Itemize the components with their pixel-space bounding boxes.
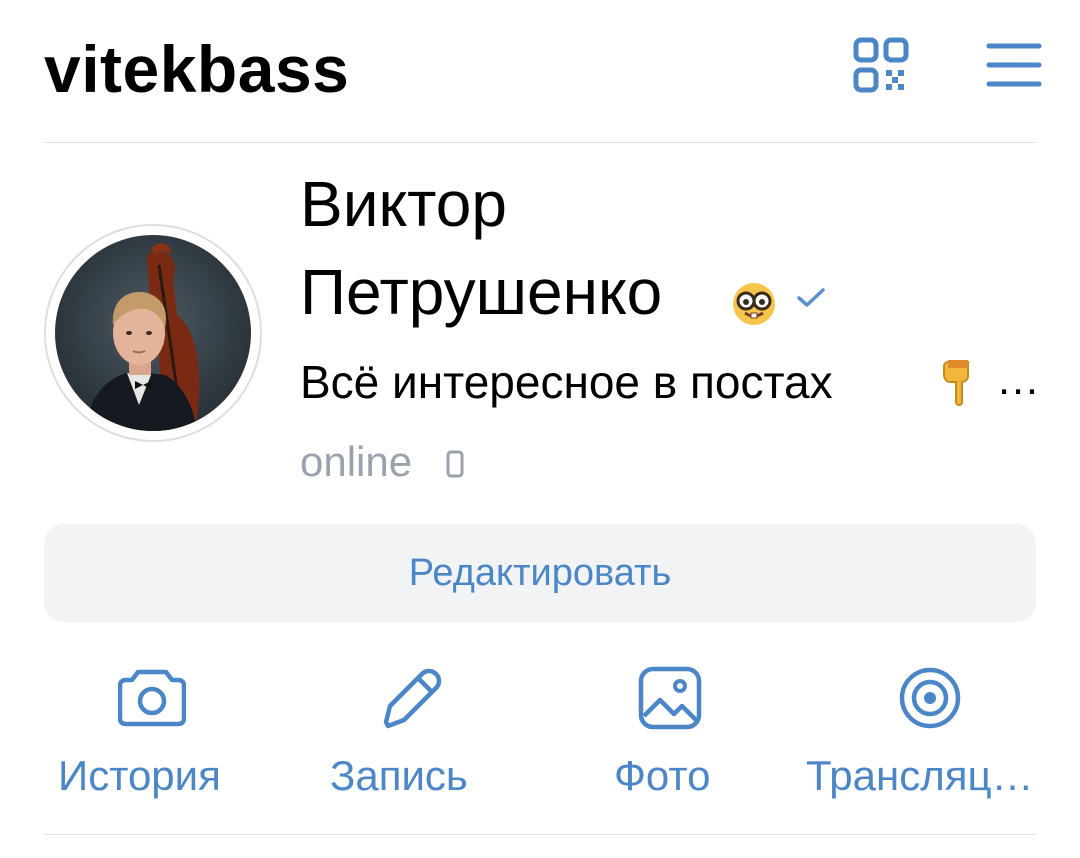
profile-username: vitekbass [44,32,350,106]
actions-divider [44,834,1036,835]
action-broadcast[interactable]: Трансляц… [806,660,1046,810]
nerd-face-emoji-icon [733,283,775,325]
profile-status[interactable]: Всё интересное в постах [300,352,833,412]
online-status: online [300,438,413,485]
avatar[interactable] [44,224,262,442]
profile-last-name: Петрушенко [300,256,663,328]
edit-profile-button[interactable]: Редактировать [44,524,1036,622]
image-icon [638,666,702,730]
status-more[interactable]: … [996,350,1040,410]
action-story[interactable]: История [56,660,246,810]
action-story-label: История [58,752,221,799]
header-divider [44,142,1036,143]
pencil-icon [383,668,442,729]
action-post-label: Запись [330,752,468,799]
profile-first-name: Виктор [300,168,507,240]
action-photo[interactable]: Фото [612,660,732,810]
qr-code-icon[interactable] [852,36,910,94]
action-post[interactable]: Запись [330,660,500,810]
verified-check-icon[interactable] [796,287,826,309]
hamburger-menu-icon[interactable] [986,40,1042,90]
broadcast-icon [899,667,961,729]
mobile-phone-icon [446,450,464,478]
action-broadcast-label: Трансляц… [806,752,1034,799]
action-photo-label: Фото [614,752,711,799]
camera-icon [118,669,186,727]
pointing-down-emoji-icon [943,360,969,406]
avatar-photo [55,235,251,431]
